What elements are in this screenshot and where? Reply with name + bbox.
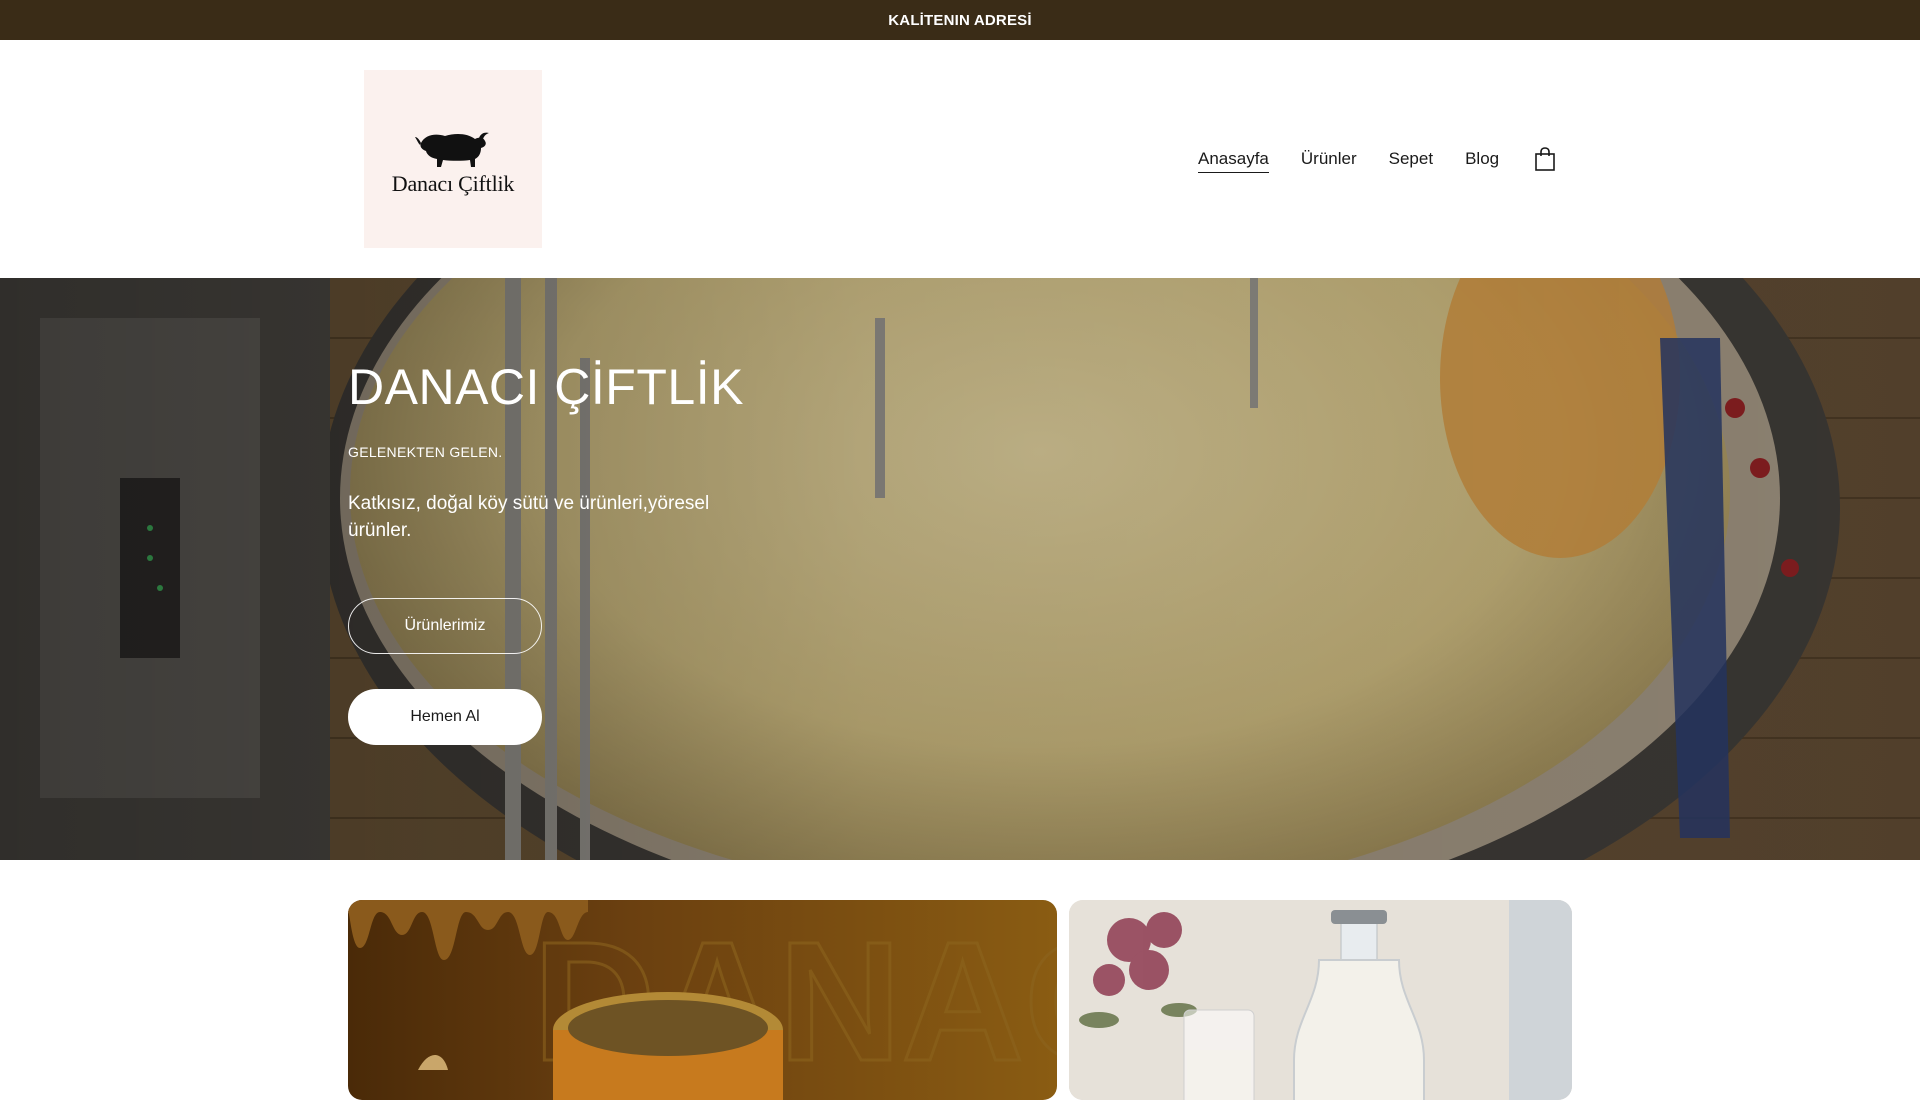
logo-text: Danacı Çiftlik [391, 171, 515, 196]
honey-card[interactable]: DANACI [348, 900, 1057, 1100]
hero-title: DANACI ÇİFTLİK [348, 359, 744, 415]
announcement-bar: KALİTENIN ADRESİ [0, 0, 1920, 40]
hero-description: Katkısız, doğal köy sütü ve ürünleri,yör… [348, 493, 710, 541]
nav-item-urunler[interactable]: Ürünler [1301, 149, 1357, 169]
nav-item-blog[interactable]: Blog [1465, 149, 1499, 169]
site-logo[interactable]: Danacı Çiftlik [364, 70, 542, 248]
products-button[interactable]: Ürünlerimiz [348, 598, 542, 654]
hero-subtitle: GELENEKTEN GELEN. [348, 444, 503, 460]
bull-icon [415, 132, 489, 167]
milk-card[interactable] [1069, 900, 1572, 1100]
milk-card-image [1069, 900, 1572, 1100]
main-nav: Anasayfa Ürünler Sepet Blog [1198, 40, 1557, 278]
nav-item-anasayfa[interactable]: Anasayfa [1198, 149, 1269, 173]
buy-now-button[interactable]: Hemen Al [348, 689, 542, 745]
nav-item-sepet[interactable]: Sepet [1389, 149, 1433, 169]
shopping-bag-icon[interactable] [1533, 146, 1557, 172]
site-header: Danacı Çiftlik Anasayfa Ürünler Sepet Bl… [0, 40, 1920, 278]
product-cards: DANACI [348, 900, 1572, 1100]
announcement-text: KALİTENIN ADRESİ [888, 11, 1032, 29]
hero-content: DANACI ÇİFTLİK GELENEKTEN GELEN. Katkısı… [348, 358, 744, 745]
hero-banner: DANACI ÇİFTLİK GELENEKTEN GELEN. Katkısı… [0, 278, 1920, 860]
honey-card-image: DANACI [348, 900, 1057, 1100]
